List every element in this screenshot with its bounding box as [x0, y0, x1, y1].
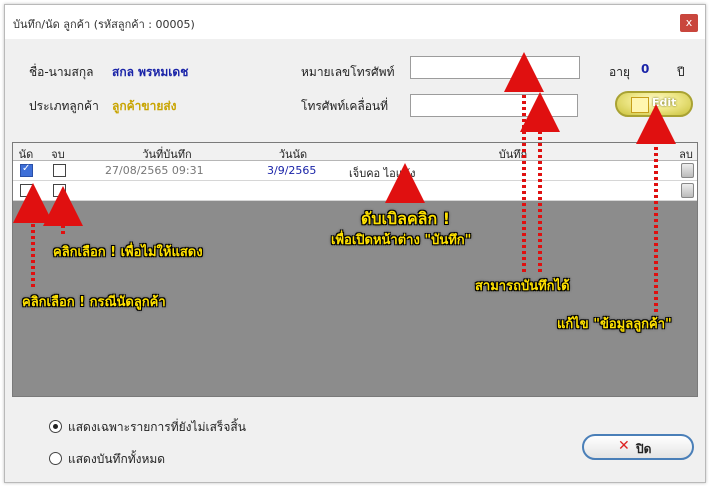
close-icon: ✕ [618, 438, 630, 454]
annotation-edit-customer: แก้ไข "ข้อมูลลูกค้า" [557, 317, 672, 332]
annotation-can-save: สามารถบันทึกได้ [475, 279, 570, 294]
option-pending-label: แสดงเฉพาะรายการที่ยังไม่เสร็จสิ้น [68, 420, 246, 434]
annotation-click-appointment: คลิกเลือก ! กรณีนัดลูกค้า [22, 295, 166, 310]
annotation-click-hide: คลิกเลือก ! เพื่อไม่ให้แสดง [53, 245, 203, 260]
radio-pending[interactable] [49, 420, 62, 433]
close-form-button[interactable]: ✕ ปิด [582, 434, 694, 460]
annotation-open-note: เพื่อเปิดหน้าต่าง "บันทึก" [331, 233, 472, 248]
option-all-label: แสดงบันทึกทั้งหมด [68, 452, 166, 466]
radio-all[interactable] [49, 452, 62, 465]
